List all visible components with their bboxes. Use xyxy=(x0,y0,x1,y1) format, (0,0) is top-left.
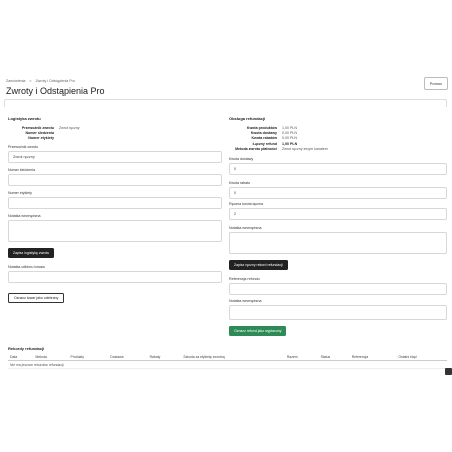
logistics-title: Logistyka zwrotu xyxy=(8,116,41,121)
column-header: Data xyxy=(8,353,34,362)
column-header: Status xyxy=(318,353,350,362)
refund-section: Obsługa refundacji Kwota produktów 1,00 … xyxy=(229,116,447,152)
manual-total-input[interactable]: 2 xyxy=(229,208,447,220)
refund-note2-input[interactable] xyxy=(229,305,447,320)
refund-reference-input[interactable] xyxy=(229,283,447,295)
column-header: Rabaty xyxy=(147,353,182,362)
label-number-input[interactable] xyxy=(8,197,222,209)
carrier-select[interactable]: Zwrot ręczny xyxy=(8,151,222,163)
table-row: Nie ma jeszcze rekordów refundacji. xyxy=(8,360,447,370)
top-panel-edge xyxy=(4,99,447,107)
logistics-summary: Przewoźnik zwrotu Zwrot ręczny Numer śle… xyxy=(8,126,222,142)
scroll-to-top-icon[interactable] xyxy=(445,368,452,375)
shipping-amount-label: Kwota dostawy xyxy=(229,157,254,161)
table-header-row: Data Metoda Produkty Dostawa Rabaty Szko… xyxy=(8,353,447,362)
column-header: Ostatni błąd xyxy=(396,353,447,362)
column-header: Produkty xyxy=(68,353,109,362)
save-logistics-button[interactable]: Zapisz logistykę zwrotu xyxy=(8,248,55,258)
page-title: Zwroty i Odstąpienia Pro xyxy=(6,86,105,96)
summary-value: Zwrot ręczny innym kanałem xyxy=(282,146,328,151)
refund-note-textarea[interactable] xyxy=(229,232,447,254)
column-header: Referencja xyxy=(349,353,397,362)
refund-records-table: Data Metoda Produkty Dostawa Rabaty Szko… xyxy=(8,353,447,370)
column-header: Dostawa xyxy=(108,353,148,362)
empty-table-message: Nie ma jeszcze rekordów refundacji. xyxy=(8,360,447,370)
mark-refund-paid-button[interactable]: Oznacz refund jako wypłacony xyxy=(229,326,287,336)
mark-received-button[interactable]: Oznacz towar jako odebrany xyxy=(8,293,65,303)
tracking-input[interactable] xyxy=(8,174,222,186)
tracking-label: Numer śledzenia xyxy=(8,168,35,172)
shipping-amount-input[interactable]: 0 xyxy=(229,163,447,175)
refund-reference-label: Referencja refundu xyxy=(229,277,260,281)
refund-title: Obsługa refundacji xyxy=(229,116,266,121)
refund-records-title: Rekordy refundacji xyxy=(8,346,45,351)
refund-note-label: Notatka wewnętrzna xyxy=(229,226,262,230)
summary-row: Metoda zwrotu płatności Zwrot ręczny inn… xyxy=(229,147,447,152)
manual-total-label: Ręczna kwota łączna xyxy=(229,202,263,206)
summary-key: Metoda zwrotu płatności xyxy=(235,146,277,151)
logistics-note-label: Notatka wewnętrzna xyxy=(8,214,41,218)
discount-amount-label: Kwota rabatu xyxy=(229,181,251,185)
summary-row: Numer etykiety xyxy=(8,136,222,141)
column-header: Metoda xyxy=(33,353,69,362)
carrier-label: Przewoźnik zwrotu xyxy=(8,145,38,149)
discount-amount-input[interactable]: 0 xyxy=(229,187,447,199)
breadcrumb-separator: > xyxy=(29,79,32,83)
logistics-note-textarea[interactable] xyxy=(8,220,222,242)
summary-key: Numer etykiety xyxy=(28,136,54,141)
breadcrumb-item-orders[interactable]: Zamówienia xyxy=(6,79,25,83)
save-manual-refund-button[interactable]: Zapisz ręczny rekord refundacji xyxy=(229,260,288,270)
column-header: Razem xyxy=(284,353,319,362)
breadcrumb: Zamówienia > Zwroty i Odstąpienia Pro xyxy=(6,79,78,83)
help-button[interactable]: Pomoc xyxy=(424,77,448,90)
summary-value: Zwrot ręczny xyxy=(59,126,80,130)
logistics-section: Logistyka zwrotu Przewoźnik zwrotu Zwrot… xyxy=(8,116,222,142)
breadcrumb-item-current: Zwroty i Odstąpienia Pro xyxy=(35,79,75,83)
refund-note2-label: Notatka wewnętrzna xyxy=(229,299,262,303)
receipt-note-label: Notatka odbioru towaru xyxy=(8,265,46,269)
label-number-label: Numer etykiety xyxy=(8,191,32,195)
receipt-note-input[interactable] xyxy=(8,271,222,283)
refund-summary: Kwota produktów 1,00 PLN Kwota dostawy 0… xyxy=(229,126,447,152)
column-header: Szkoda za etykietę zwrotną xyxy=(181,353,285,362)
